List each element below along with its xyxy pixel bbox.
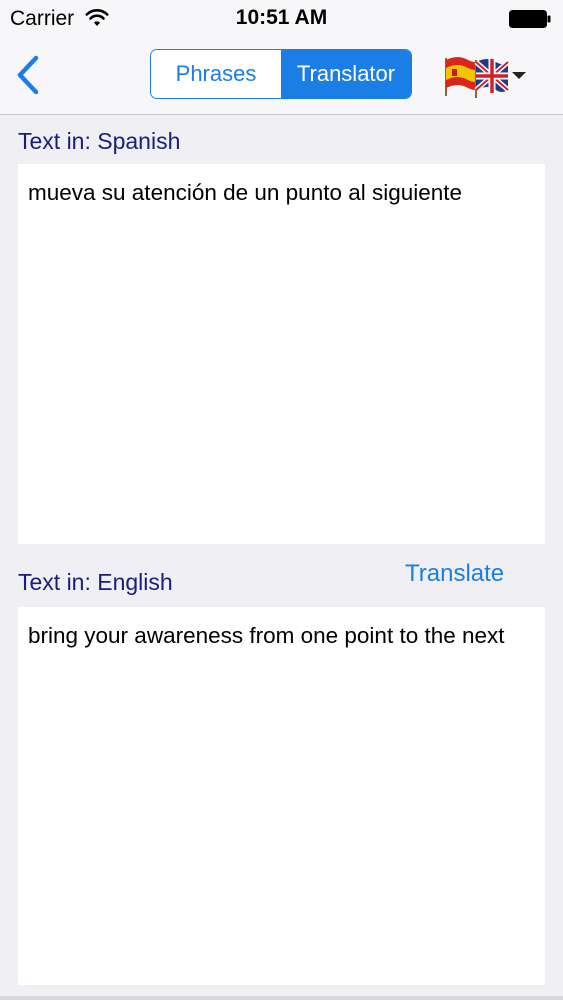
translator-screen: Carrier 10:51 AM Phrases Translator Text… <box>0 0 563 1000</box>
language-flags-icon[interactable] <box>440 50 532 100</box>
source-language-label: Text in: Spanish <box>18 128 181 154</box>
battery-icon <box>509 10 551 28</box>
clock: 10:51 AM <box>235 6 328 29</box>
source-text-input[interactable]: mueva su atención de un punto al siguien… <box>18 164 545 544</box>
target-language-label: Text in: English <box>18 569 173 595</box>
segment-translator[interactable]: Translator <box>281 50 411 98</box>
segment-phrases[interactable]: Phrases <box>151 50 281 98</box>
status-bar: Carrier 10:51 AM <box>0 0 563 38</box>
navigation-bar: Phrases Translator <box>0 38 563 115</box>
target-text-output[interactable]: bring your awareness from one point to t… <box>18 607 545 985</box>
translate-button[interactable]: Translate <box>405 560 504 588</box>
mode-segmented-control: Phrases Translator <box>150 49 412 99</box>
back-chevron-icon[interactable] <box>10 52 46 98</box>
bottom-divider <box>0 996 563 1000</box>
